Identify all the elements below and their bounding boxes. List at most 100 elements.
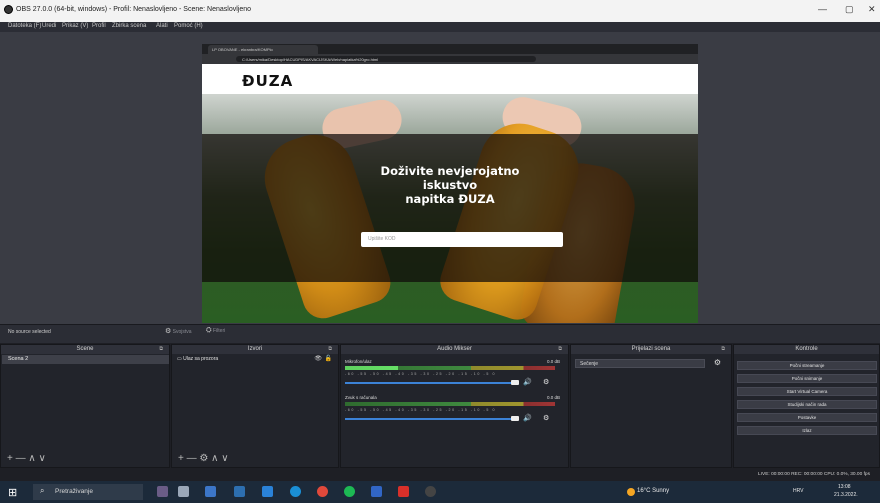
browser-tab: LP OBOVANE - ekranbra/KOMPlo xyxy=(208,45,318,54)
filter-icon: ⛭ xyxy=(206,327,212,334)
acrobat-icon[interactable] xyxy=(398,486,409,497)
sources-dock-title: Izvori xyxy=(172,345,338,354)
menu-tools[interactable]: Alati xyxy=(156,23,168,29)
window-title-bar: OBS 27.0.0 (64-bit, windows) - Profil: N… xyxy=(0,0,880,22)
menu-edit[interactable]: Uredi xyxy=(42,23,56,29)
controls-dock: Kontrole Počni streamanje Počni snimanje… xyxy=(733,344,880,468)
gear-icon: ⚙ xyxy=(165,328,172,335)
browser-url: C:/Users/mika/Desktop/HACUDPIS/AKVACIJSK… xyxy=(236,56,536,62)
hero-overlay xyxy=(202,134,698,282)
search-icon: ⌕ xyxy=(40,486,45,495)
site-logo: ĐUZA xyxy=(242,72,294,90)
properties-button[interactable]: ⚙ Svojstva xyxy=(165,327,192,335)
language-indicator[interactable]: HRV xyxy=(793,488,803,494)
browser-address-bar: C:/Users/mika/Desktop/HACUDPIS/AKVACIJSK… xyxy=(202,54,698,64)
status-bar xyxy=(0,469,880,481)
windows-start-icon[interactable]: ⊞ xyxy=(8,486,17,499)
gear-icon[interactable]: ⚙ xyxy=(714,358,721,367)
spotify-icon[interactable] xyxy=(344,486,355,497)
code-input[interactable]: Upišite KOD xyxy=(361,232,563,247)
clock-date[interactable]: 21.3.2022. xyxy=(834,492,858,498)
menu-scene-collection[interactable]: Zbirka scena xyxy=(112,23,146,29)
scenes-dock-title: Scene xyxy=(1,345,169,354)
taskbar-search[interactable]: Pretraživanje xyxy=(33,484,143,500)
source-item[interactable]: ▭ Ulaz sa prozora xyxy=(173,355,338,364)
menu-help[interactable]: Pomoć (H) xyxy=(174,23,203,29)
scenes-dock: Scene ⧉ Scena 2 + — ∧ ∨ xyxy=(0,344,170,468)
volume-fader-knob[interactable] xyxy=(511,380,519,385)
transition-select[interactable]: Sečenje xyxy=(575,359,705,368)
mail-icon[interactable] xyxy=(262,486,273,497)
volume-meter xyxy=(345,402,555,406)
window-title: OBS 27.0.0 (64-bit, windows) - Profil: N… xyxy=(16,6,252,13)
close-button[interactable]: ✕ xyxy=(868,4,876,15)
volume-fader[interactable] xyxy=(345,382,515,384)
mixer-channel-db: 0.0 dB xyxy=(546,359,560,364)
filters-label: Filteri xyxy=(213,328,226,334)
lock-icon[interactable]: 🔓 xyxy=(325,355,332,362)
volume-fader[interactable] xyxy=(345,418,515,420)
hero-title-line: Doživite nevjerojatno xyxy=(380,164,520,178)
obs-logo-icon xyxy=(4,5,13,14)
volume-meter xyxy=(345,366,555,370)
hero-title: Doživite nevjerojatno iskustvo napitka Đ… xyxy=(202,164,698,206)
chrome-icon[interactable] xyxy=(317,486,328,497)
menu-profile[interactable]: Profil xyxy=(92,23,106,29)
controls-title: Kontrole xyxy=(734,345,879,354)
mixer-channel-name: Mikrofon/ulaz xyxy=(345,359,372,364)
menu-view[interactable]: Prikaz (V) xyxy=(62,23,88,29)
scenes-toolbar[interactable]: + — ∧ ∨ xyxy=(1,453,169,467)
app-icon[interactable] xyxy=(371,486,382,497)
gear-icon[interactable]: ⚙ xyxy=(543,378,549,386)
edge-icon[interactable] xyxy=(290,486,301,497)
start-recording-button[interactable]: Počni snimanje xyxy=(737,374,877,383)
audio-mixer-title: Audio Mikser xyxy=(341,345,568,354)
filters-button[interactable]: ⛭ Filteri xyxy=(206,327,225,335)
mixer-channel-name: Zvuk s računala xyxy=(345,395,377,400)
status-text: LIVE: 00:00:00 REC: 00:00:00 CPU: 0.0%, … xyxy=(758,472,870,477)
properties-label: Svojstva xyxy=(172,329,192,335)
dock-float-icon[interactable]: ⧉ xyxy=(558,346,562,352)
minimize-button[interactable]: — xyxy=(818,4,827,14)
dock-float-icon[interactable]: ⧉ xyxy=(721,346,725,352)
speaker-icon[interactable]: 🔊 xyxy=(523,378,532,386)
clock-time[interactable]: 13:08 xyxy=(838,484,851,490)
sources-toolbar[interactable]: + — ⚙ ∧ ∨ xyxy=(172,453,338,467)
weather-sun-icon xyxy=(627,488,635,496)
scene-item[interactable]: Scena 2 xyxy=(2,355,169,364)
source-toolbar xyxy=(0,324,880,343)
meter-ticks: -60 -55 -50 -45 -40 -35 -30 -25 -20 -15 … xyxy=(345,372,497,376)
mixer-channel-db: 0.0 dB xyxy=(546,395,560,400)
obs-icon[interactable] xyxy=(425,486,436,497)
transitions-dock: Prijelazi scena ⧉ Sečenje ⚙ xyxy=(570,344,732,468)
volume-fader-knob[interactable] xyxy=(511,416,519,421)
dock-float-icon[interactable]: ⧉ xyxy=(328,346,332,352)
studio-mode-button[interactable]: Studijski način rada xyxy=(737,400,877,409)
sources-dock: Izvori ⧉ ▭ Ulaz sa prozora 👁 🔓 + — ⚙ ∧ ∨ xyxy=(171,344,339,468)
transitions-title: Prijelazi scena xyxy=(571,345,731,354)
settings-button[interactable]: Postavke xyxy=(737,413,877,422)
window-capture-icon: ▭ xyxy=(177,356,182,362)
dock-float-icon[interactable]: ⧉ xyxy=(159,346,163,352)
audio-mixer-dock: Audio Mikser ⧉ Mikrofon/ulaz 0.0 dB -60 … xyxy=(340,344,569,468)
no-source-label: No source selected xyxy=(8,329,51,335)
maximize-button[interactable]: ▢ xyxy=(845,4,854,15)
exit-button[interactable]: Izlaz xyxy=(737,426,877,435)
volume-meter-level xyxy=(345,366,398,370)
menu-file[interactable]: Datoteka (F) xyxy=(8,23,41,29)
app-icon[interactable] xyxy=(234,486,245,497)
taskview-thumbnail-icon[interactable] xyxy=(157,486,168,497)
browser-tab-bar: LP OBOVANE - ekranbra/KOMPlo xyxy=(202,44,698,54)
weather-text[interactable]: 16°C Sunny xyxy=(637,488,669,494)
speaker-icon[interactable]: 🔊 xyxy=(523,414,532,422)
menu-bar: Datoteka (F) Uredi Prikaz (V) Profil Zbi… xyxy=(0,22,880,32)
preview-window-capture[interactable]: LP OBOVANE - ekranbra/KOMPlo C:/Users/mi… xyxy=(202,44,698,323)
start-virtual-camera-button[interactable]: Start Virtual Camera xyxy=(737,387,877,396)
visibility-eye-icon[interactable]: 👁 xyxy=(314,355,322,362)
gear-icon[interactable]: ⚙ xyxy=(543,414,549,422)
hero-title-line: iskustvo xyxy=(422,178,478,192)
start-streaming-button[interactable]: Počni streamanje xyxy=(737,361,877,370)
meter-ticks: -60 -55 -50 -45 -40 -35 -30 -25 -20 -15 … xyxy=(345,408,497,412)
app-icon[interactable] xyxy=(205,486,216,497)
task-view-icon[interactable] xyxy=(178,486,189,497)
